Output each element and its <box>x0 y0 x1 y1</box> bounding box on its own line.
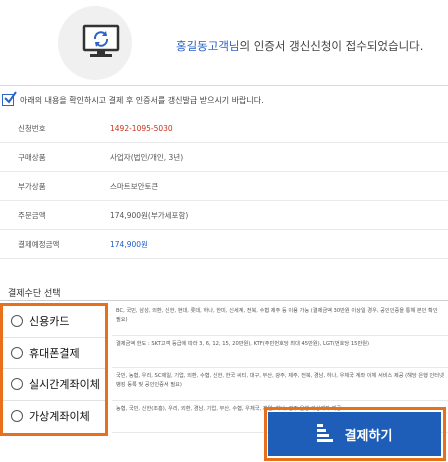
payment-section-title: 결제수단 선택 <box>8 289 61 299</box>
radio-button[interactable] <box>11 315 23 328</box>
info-row-product: 구매상품 사업자(법인/개인, 3년) <box>0 143 448 172</box>
radio-button[interactable] <box>11 410 23 423</box>
info-value: 사업자(법인/개인, 3년) <box>110 152 184 162</box>
payment-option-label: 신용카드 <box>29 315 70 329</box>
payment-option-label: 실시간계좌이체 <box>29 378 100 392</box>
radio-button[interactable] <box>11 346 23 359</box>
payment-method-group: 신용카드 휴대폰결제 실시간계좌이체 가상계좌이체 <box>0 303 108 436</box>
payment-desc-mobile: 결제금액 한도 : SKT고객 등급에 따라 3, 6, 12, 15, 20만… <box>112 336 448 368</box>
coin-stack-icon <box>316 423 333 445</box>
info-label: 결제예정금액 <box>18 239 60 249</box>
payment-desc-realtime-transfer: 국민, 농협, 우리, SC제일, 기업, 외환, 수협, 신한, 한국 씨티,… <box>112 368 448 401</box>
notice-bar: 아래의 내용을 확인하시고 결제 후 인증서를 갱신발급 받으시기 바랍니다. <box>2 91 442 109</box>
info-value: 스마트보안토큰 <box>110 181 159 191</box>
confirmation-message-text: 의 인증서 갱신신청이 접수되었습니다. <box>239 39 424 53</box>
payment-option-label: 휴대폰결제 <box>29 346 80 360</box>
monitor-refresh-icon <box>82 24 120 64</box>
pay-button-label: 결제하기 <box>344 427 393 443</box>
info-row-application-number: 신청번호 1492-1095-5030 <box>0 114 448 143</box>
radio-button[interactable] <box>11 378 23 391</box>
info-label: 주문금액 <box>18 210 46 220</box>
info-value: 174,900원 <box>110 239 148 249</box>
section-divider <box>0 300 448 301</box>
info-label: 부가상품 <box>18 181 46 191</box>
confirmation-header: 홍길동고객님의 인증서 갱신신청이 접수되었습니다. <box>0 0 448 86</box>
payment-option-credit-card[interactable]: 신용카드 <box>3 306 105 338</box>
confirmation-message: 홍길동고객님의 인증서 갱신신청이 접수되었습니다. <box>176 38 423 54</box>
info-value: 174,900원(부가세포함) <box>110 210 189 220</box>
pay-button[interactable]: 결제하기 <box>268 412 441 456</box>
info-value: 1492-1095-5030 <box>110 123 173 133</box>
notice-text: 아래의 내용을 확인하시고 결제 후 인증서를 갱신발급 받으시기 바랍니다. <box>20 95 264 105</box>
info-label: 신청번호 <box>18 123 46 133</box>
info-label: 구매상품 <box>18 152 46 162</box>
info-row-order-amount: 주문금액 174,900원(부가세포함) <box>0 201 448 230</box>
order-info-table: 신청번호 1492-1095-5030 구매상품 사업자(법인/개인, 3년) … <box>0 114 448 259</box>
payment-option-label: 가상계좌이체 <box>29 410 90 424</box>
payment-option-mobile[interactable]: 휴대폰결제 <box>3 338 105 369</box>
info-row-payment-amount: 결제예정금액 174,900원 <box>0 230 448 259</box>
customer-name: 홍길동고객님 <box>176 39 240 53</box>
payment-option-realtime-transfer[interactable]: 실시간계좌이체 <box>3 369 105 401</box>
checkbox-checked-icon <box>2 91 17 106</box>
info-row-addon: 부가상품 스마트보안토큰 <box>0 172 448 201</box>
payment-option-virtual-account[interactable]: 가상계좌이체 <box>3 401 105 433</box>
payment-desc-credit-card: BC, 국민, 삼성, 외환, 신한, 현대, 롯데, 하나, 한미, 신세계,… <box>112 303 448 336</box>
